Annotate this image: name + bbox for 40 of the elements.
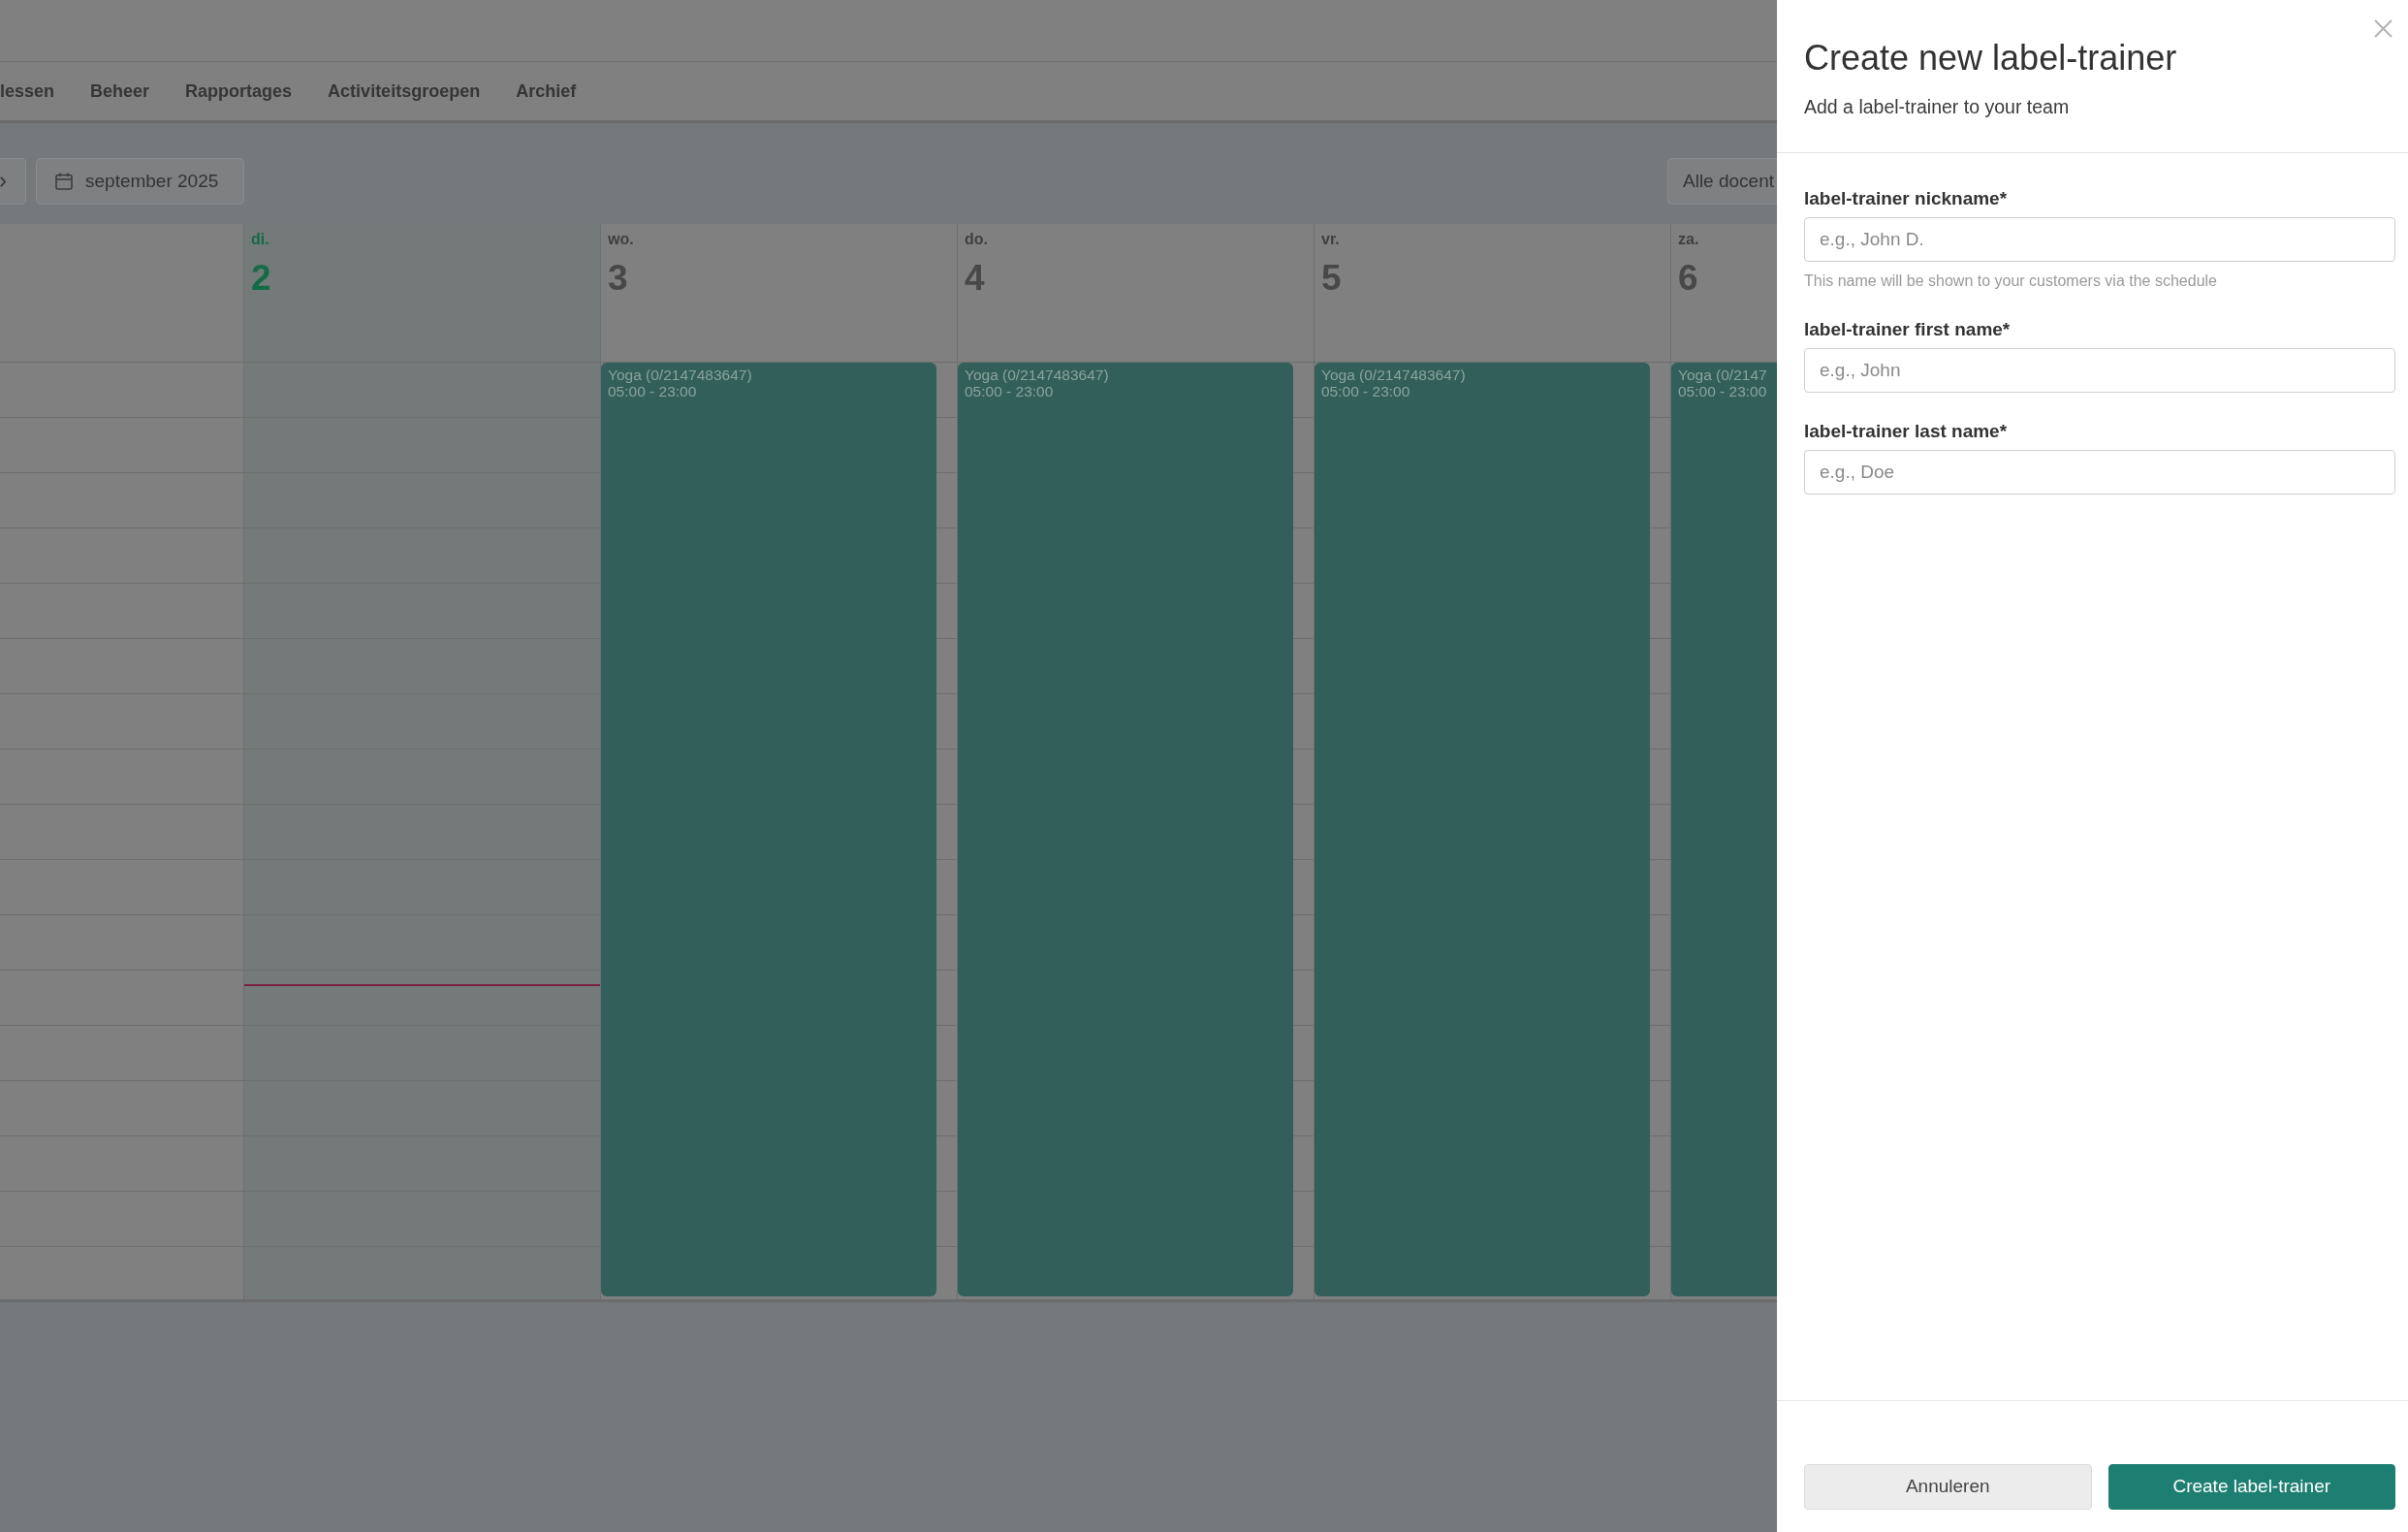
nav-link[interactable]: lessen — [0, 80, 55, 103]
calendar-icon — [55, 173, 73, 190]
input-field[interactable]: e.g., John D. — [1804, 217, 2395, 262]
input-field[interactable]: e.g., John — [1804, 348, 2395, 393]
event-title: Yoga (0/2147 — [1678, 367, 1767, 383]
event-title: Yoga (0/2147483647) — [965, 367, 1109, 383]
event-time: 05:00 - 23:00 — [608, 383, 697, 399]
input-field[interactable]: e.g., Doe — [1804, 450, 2395, 495]
event-time: 05:00 - 23:00 — [965, 383, 1054, 399]
filter-dropdown[interactable]: Alle docent — [1667, 158, 1777, 205]
chevron-right-icon — [0, 176, 6, 187]
event-title: Yoga (0/2147483647) — [608, 367, 752, 383]
create-button[interactable]: Create label-trainer — [2107, 1464, 2395, 1510]
next-button[interactable] — [0, 158, 26, 205]
field-label: label-trainer nickname* — [1804, 187, 2008, 210]
day-number: 5 — [1321, 257, 1342, 300]
field-label: label-trainer last name* — [1804, 420, 2008, 443]
weekday-label: wo. — [608, 230, 634, 249]
day-number: 6 — [1678, 257, 1698, 300]
field-label: label-trainer first name* — [1804, 318, 2011, 341]
nav-link[interactable]: Activiteitsgroepen — [328, 80, 481, 103]
event-time: 05:00 - 23:00 — [1678, 383, 1767, 399]
weekday-label: di. — [251, 230, 269, 249]
cancel-button[interactable]: Annuleren — [1804, 1464, 2092, 1510]
weekday-label: za. — [1678, 230, 1699, 249]
event-time: 05:00 - 23:00 — [1321, 383, 1410, 399]
weekday-label: vr. — [1321, 230, 1340, 249]
nav-link[interactable]: Archief — [516, 80, 577, 103]
drawer-subtitle: Add a label-trainer to your team — [1804, 95, 2070, 118]
weekday-label: do. — [965, 230, 988, 249]
drawer-title: Create new label-trainer — [1804, 37, 2177, 80]
nav-link[interactable]: Rapportages — [185, 80, 293, 103]
day-number: 4 — [965, 257, 985, 300]
nav-link[interactable]: Beheer — [90, 80, 150, 103]
day-number: 3 — [608, 257, 628, 300]
close-icon[interactable] — [2374, 19, 2392, 38]
day-number: 2 — [251, 257, 271, 300]
event-title: Yoga (0/2147483647) — [1321, 367, 1466, 383]
month-picker-button[interactable]: september 2025 — [36, 158, 245, 205]
help-text: This name will be shown to your customers via the schedule — [1804, 271, 2217, 291]
